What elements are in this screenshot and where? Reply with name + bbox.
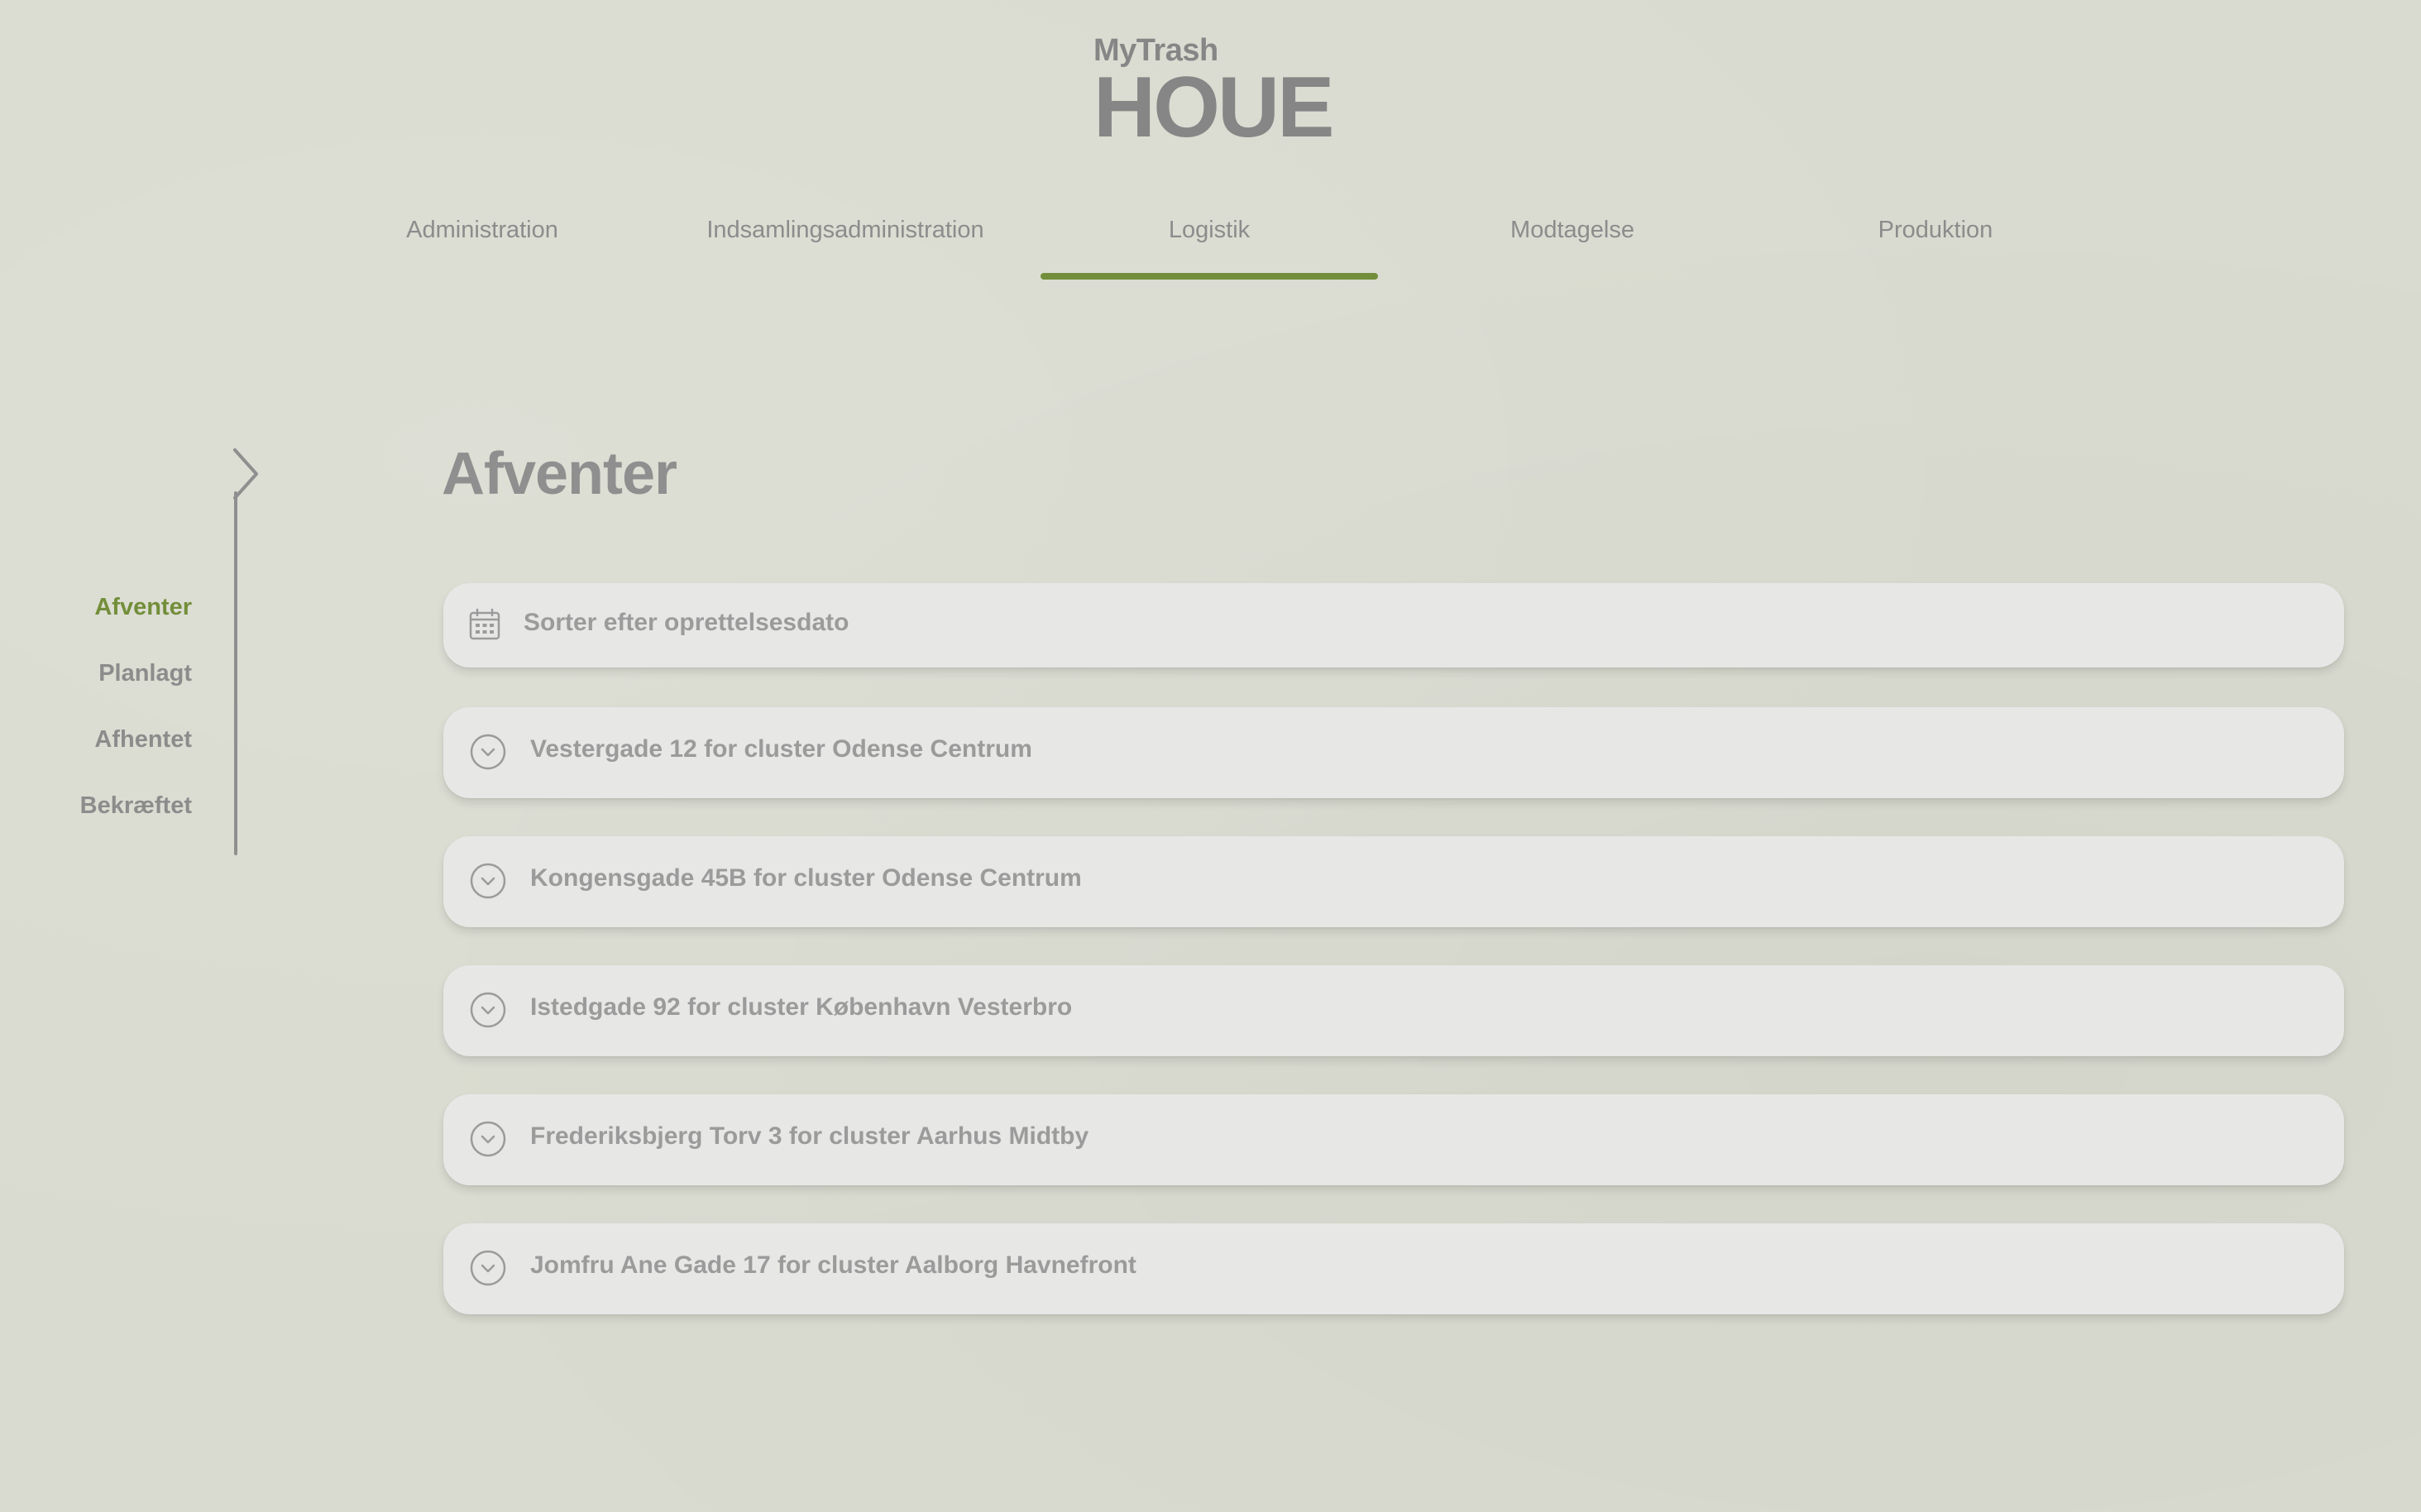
pickup-item[interactable]: Frederiksbjerg Torv 3 for cluster Aarhus… <box>443 1094 2344 1185</box>
sidebar-item-afventer[interactable]: Afventer <box>33 587 192 653</box>
sidebar-item-bekraeftet[interactable]: Bekræftet <box>33 786 192 852</box>
sidebar-item-planlagt[interactable]: Planlagt <box>33 653 192 720</box>
pickup-item[interactable]: Vestergade 12 for cluster Odense Centrum <box>443 707 2344 798</box>
pickup-item[interactable]: Istedgade 92 for cluster København Veste… <box>443 965 2344 1056</box>
tab-logistik[interactable]: Logistik <box>1041 217 1378 283</box>
page-background: MyTrash HOUE Administration Indsamlingsa… <box>0 0 2421 1512</box>
chevron-down-circle-icon[interactable] <box>470 863 506 899</box>
tab-label: Modtagelse <box>1510 217 1634 243</box>
status-sidebar: Afventer Planlagt Afhentet Bekræftet <box>33 587 192 852</box>
calendar-icon <box>468 608 501 641</box>
chevron-down-circle-icon[interactable] <box>470 734 506 770</box>
chevron-down-circle-icon[interactable] <box>470 1121 506 1157</box>
tab-modtagelse[interactable]: Modtagelse <box>1404 217 1741 283</box>
chevron-down-circle-icon[interactable] <box>470 1250 506 1286</box>
sidebar-divider <box>234 491 237 855</box>
sidebar-item-afhentet[interactable]: Afhentet <box>33 720 192 786</box>
tab-label: Indsamlingsadministration <box>706 217 984 243</box>
page-title: Afventer <box>442 441 677 507</box>
tab-indsamlingsadministration[interactable]: Indsamlingsadministration <box>677 217 1014 283</box>
tab-label: Logistik <box>1168 217 1251 243</box>
sort-label: Sorter efter oprettelsesdato <box>524 609 849 636</box>
pickup-item-label: Kongensgade 45B for cluster Odense Centr… <box>530 864 1082 892</box>
pickup-item-label: Jomfru Ane Gade 17 for cluster Aalborg H… <box>530 1251 1136 1279</box>
chevron-down-circle-icon[interactable] <box>470 992 506 1028</box>
tab-administration[interactable]: Administration <box>313 217 651 283</box>
pickup-item-label: Frederiksbjerg Torv 3 for cluster Aarhus… <box>530 1122 1089 1150</box>
pickup-item[interactable]: Kongensgade 45B for cluster Odense Centr… <box>443 836 2344 927</box>
pickup-item-label: Istedgade 92 for cluster København Veste… <box>530 993 1073 1021</box>
pickup-item-label: Vestergade 12 for cluster Odense Centrum <box>530 735 1032 763</box>
top-navigation: Administration Indsamlingsadministration… <box>0 217 2421 283</box>
tab-label: Produktion <box>1878 217 1993 243</box>
logo-company-text: HOUE <box>1093 60 1334 156</box>
tab-produktion[interactable]: Produktion <box>1767 217 2104 283</box>
app-logo[interactable]: MyTrash HOUE <box>1093 35 1334 156</box>
pickup-item[interactable]: Jomfru Ane Gade 17 for cluster Aalborg H… <box>443 1223 2344 1314</box>
tab-label: Administration <box>406 217 558 243</box>
sort-by-date-button[interactable]: Sorter efter oprettelsesdato <box>443 583 2344 667</box>
active-tab-indicator <box>1041 273 1378 280</box>
